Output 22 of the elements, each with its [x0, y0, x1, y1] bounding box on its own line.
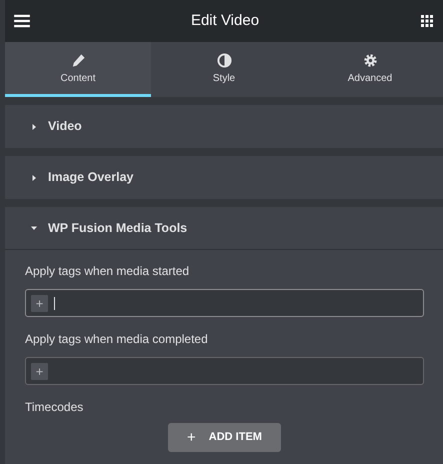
panel-title: Edit Video — [190, 10, 260, 31]
field-label: Apply tags when media started — [25, 263, 190, 280]
contrast-icon — [216, 52, 232, 68]
section-header[interactable]: Image Overlay — [5, 156, 443, 199]
tab[interactable]: Content — [5, 42, 151, 97]
section-header[interactable]: WP Fusion Media Tools — [5, 207, 443, 250]
add-tag-button[interactable]: + — [31, 362, 48, 380]
caret-down-icon — [30, 224, 38, 232]
menu-icon[interactable] — [13, 12, 31, 30]
field-label: Timecodes — [25, 399, 84, 416]
pencil-icon — [70, 52, 86, 68]
add-tag-button[interactable]: + — [31, 294, 48, 312]
field-label: Apply tags when media completed — [25, 331, 209, 348]
caret-right-icon — [30, 174, 38, 182]
grid-icon[interactable] — [418, 13, 435, 29]
add-item-button[interactable]: + ADD ITEM — [168, 423, 281, 452]
caret-right-icon — [30, 122, 38, 130]
section-header[interactable]: Video — [5, 105, 443, 148]
tag-input-field[interactable]: + — [25, 289, 424, 317]
text-cursor — [54, 296, 55, 310]
tag-input-field[interactable]: + — [25, 357, 424, 385]
gear-icon — [362, 52, 378, 68]
